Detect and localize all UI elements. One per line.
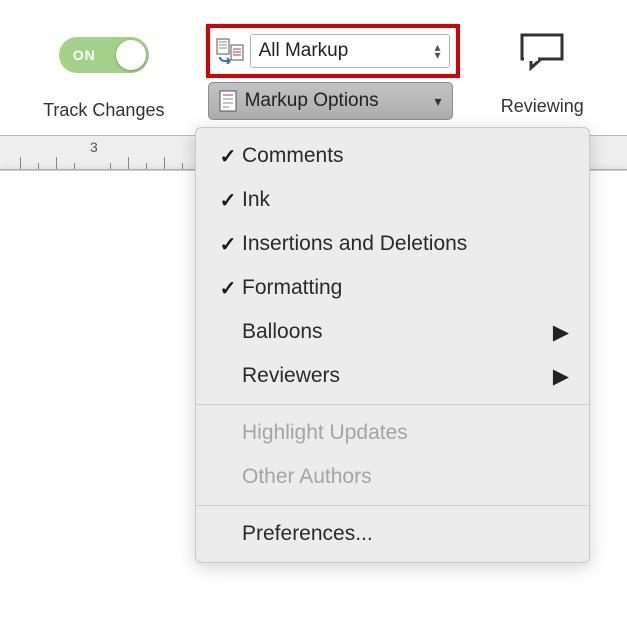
highlight-box: All Markup ▴▾ [206,24,460,78]
menu-item-comments[interactable]: ✓ Comments [196,134,589,178]
markup-group: All Markup ▴▾ Markup Options ▾ [206,24,460,120]
track-changes-toggle[interactable]: ON [59,37,149,73]
display-for-review-dropdown[interactable]: All Markup ▴▾ [250,34,450,68]
ruler-tick [110,163,111,169]
track-changes-toggle-wrap: ON [59,30,149,80]
menu-item-formatting[interactable]: ✓ Formatting [196,266,589,310]
submenu-arrow-icon: ▶ [553,320,569,345]
display-for-review-value: All Markup [259,40,435,62]
dropdown-arrows-icon: ▴▾ [435,43,441,59]
markup-options-icon [219,90,237,112]
check-icon: ✓ [214,188,242,213]
ruler-number: 3 [90,139,98,155]
ruler-tick [38,163,39,169]
display-for-review-icon [216,38,244,64]
menu-item-highlight-updates: Highlight Updates [196,411,589,455]
menu-item-balloons[interactable]: Balloons ▶ [196,310,589,354]
menu-item-preferences[interactable]: Preferences... [196,512,589,556]
reviewing-label: Reviewing [501,96,584,117]
toggle-on-label: ON [73,47,96,63]
ruler-tick [20,157,21,169]
track-changes-label: Track Changes [43,100,164,121]
menu-item-other-authors: Other Authors [196,455,589,499]
check-icon: ✓ [214,144,242,169]
submenu-arrow-icon: ▶ [553,364,569,389]
reviewing-pane-button[interactable] [517,26,567,76]
ruler-tick [182,163,183,169]
chevron-down-icon: ▾ [435,93,442,110]
comment-icon [517,31,567,71]
markup-options-label: Markup Options [245,90,435,112]
menu-separator [196,404,589,405]
menu-item-reviewers[interactable]: Reviewers ▶ [196,354,589,398]
menu-item-insertions-deletions[interactable]: ✓ Insertions and Deletions [196,222,589,266]
ruler-tick [128,157,129,169]
menu-separator [196,505,589,506]
menu-item-ink[interactable]: ✓ Ink [196,178,589,222]
reviewing-group: Reviewing [476,20,609,117]
check-icon: ✓ [214,276,242,301]
markup-options-button[interactable]: Markup Options ▾ [208,82,453,120]
ruler-tick [164,157,165,169]
ruler-tick [146,163,147,169]
markup-options-menu: ✓ Comments ✓ Ink ✓ Insertions and Deleti… [195,127,590,563]
toggle-knob [116,40,146,70]
ruler-tick [56,157,57,169]
check-icon: ✓ [214,232,242,257]
ruler-tick [74,163,75,169]
track-changes-group: ON Track Changes [18,20,190,121]
ribbon: ON Track Changes [0,0,627,135]
